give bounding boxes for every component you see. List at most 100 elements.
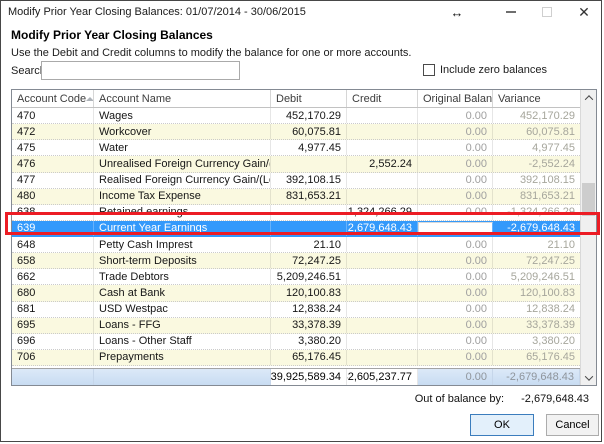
cell-code: 680 [12,285,94,300]
cell-variance: 12,838.24 [493,302,580,317]
close-button[interactable]: ✕ [574,1,594,23]
cell-debit: 392,108.15 [271,173,347,188]
cell-original: 0.00 [418,269,493,284]
maximize-button[interactable] [538,1,556,23]
column-header-label: Debit [276,93,302,105]
page-title: Modify Prior Year Closing Balances [11,28,213,42]
cell-name: Current Year Earnings [94,221,271,236]
chevron-down-icon [584,372,592,380]
cell-code: 475 [12,140,94,155]
table-row[interactable]: 680Cash at Bank120,100.830.00120,100.83 [12,285,580,301]
cell-name: Water [94,140,271,155]
cell-debit: 12,838.24 [271,302,347,317]
maximize-icon [542,7,552,17]
close-icon: ✕ [578,4,590,21]
column-header-label: Original Balance [423,93,493,105]
cell-code: 476 [12,156,94,171]
cell-original: 0.00 [418,205,493,220]
cell-name: USD Westpac [94,302,271,317]
cell-credit [347,302,418,317]
column-header-account-code[interactable]: Account Code [12,90,94,107]
column-header-variance[interactable]: Variance [493,90,580,107]
cell-original: 0.00 [418,189,493,204]
cell-original: 0.00 [418,237,493,252]
column-header-credit[interactable]: Credit [347,90,418,107]
cell-credit [347,237,418,252]
cell-credit [347,108,418,123]
cell-code: 639 [12,221,94,236]
cell-name: Loans - Other Staff [94,334,271,349]
cell-debit: 4,977.45 [271,140,347,155]
vertical-scrollbar[interactable] [580,90,596,385]
table-row[interactable]: 648Petty Cash Imprest21.100.0021.10 [12,237,580,253]
table-row-selected[interactable]: 639Current Year Earnings2,679,648.430.00… [12,221,580,237]
table-row[interactable]: 480Income Tax Expense831,653.210.00831,6… [12,189,580,205]
totals-variance: -2,679,648.43 [493,369,580,385]
cell-name: Short-term Deposits [94,253,271,268]
cell-code: 648 [12,237,94,252]
cell-credit [347,318,418,333]
scrollbar-thumb[interactable] [582,183,595,216]
table-row[interactable]: 658Short-term Deposits72,247.250.0072,24… [12,253,580,269]
cell-code: 472 [12,124,94,139]
cell-name: Petty Cash Imprest [94,237,271,252]
cell-credit: 2,552.24 [347,156,418,171]
totals-row: 39,925,589.34 42,605,237.77 0.00 -2,679,… [12,368,580,385]
cell-original: 0.00 [418,108,493,123]
cell-credit [347,140,418,155]
totals-credit: 42,605,237.77 [347,369,418,385]
window-title: Modify Prior Year Closing Balances: 01/0… [8,1,306,23]
column-header-original-balance[interactable]: Original Balance [418,90,493,107]
table-header: Account Code Account Name Debit Credit Origi… [12,90,580,108]
cell-variance: 392,108.15 [493,173,580,188]
cell-name: Workcover [94,124,271,139]
table-row[interactable]: 695Loans - FFG33,378.390.0033,378.39 [12,318,580,334]
cell-debit: 65,176.45 [271,350,347,365]
cell-credit [347,269,418,284]
table-row[interactable]: 477Realised Foreign Currency Gain/(Loss)… [12,173,580,189]
cell-name: Trade Debtors [94,269,271,284]
minimize-button[interactable] [502,1,520,23]
title-bar: Modify Prior Year Closing Balances: 01/0… [1,1,601,23]
cell-debit: 60,075.81 [271,124,347,139]
totals-name-cell [94,369,271,385]
cell-original: 0.00 [418,173,493,188]
cell-variance: 33,378.39 [493,318,580,333]
table-row[interactable]: 706Prepayments65,176.450.0065,176.45 [12,350,580,366]
table-row[interactable]: 681USD Westpac12,838.240.0012,838.24 [12,302,580,318]
cell-original: 0.00 [418,156,493,171]
table-row[interactable]: 662Trade Debtors5,209,246.510.005,209,24… [12,269,580,285]
column-header-label: Variance [498,93,541,105]
cell-variance: 120,100.83 [493,285,580,300]
cell-variance: 831,653.21 [493,189,580,204]
totals-debit: 39,925,589.34 [271,369,347,385]
ok-button[interactable]: OK [470,414,534,436]
cancel-button[interactable]: Cancel [546,414,599,436]
table-row[interactable]: 696Loans - Other Staff3,380.200.003,380.… [12,334,580,350]
cell-variance: 452,170.29 [493,108,580,123]
table-row[interactable]: 470Wages452,170.290.00452,170.29 [12,108,580,124]
cell-variance: 21.10 [493,237,580,252]
table-row[interactable]: 476Unrealised Foreign Currency Gain/(Los… [12,156,580,172]
cell-original[interactable]: 0.00 [418,222,493,235]
column-header-label: Credit [352,93,381,105]
cell-code: 696 [12,334,94,349]
table-row[interactable]: 638Retained earnings1,324,266.290.00-1,3… [12,205,580,221]
column-header-debit[interactable]: Debit [271,90,347,107]
resize-button[interactable]: ↔ [448,1,466,23]
cell-code: 695 [12,318,94,333]
column-header-account-name[interactable]: Account Name [94,90,271,107]
scroll-up-button[interactable] [581,90,596,105]
include-zero-balances-checkbox[interactable] [423,64,435,76]
search-input[interactable] [41,61,240,80]
table-row[interactable]: 475Water4,977.450.004,977.45 [12,140,580,156]
scroll-down-button[interactable] [581,370,596,385]
cell-debit [271,156,347,171]
cell-debit: 3,380.20 [271,334,347,349]
cell-name: Cash at Bank [94,285,271,300]
table-row[interactable]: 472Workcover60,075.810.0060,075.81 [12,124,580,140]
minimize-icon [506,11,516,13]
column-header-label: Account Name [99,93,171,105]
sort-ascending-icon [86,97,94,101]
cell-variance: 3,380.20 [493,334,580,349]
